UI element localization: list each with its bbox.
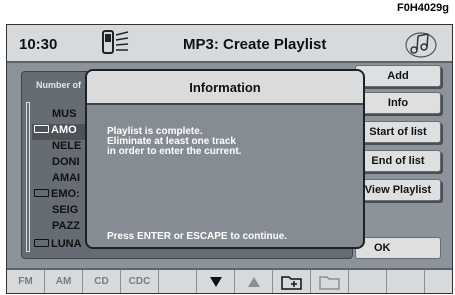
end-of-list-button[interactable]: End of list — [355, 150, 441, 172]
phone-signal-icon — [101, 29, 131, 62]
list-item-label: DONI — [52, 156, 80, 168]
dialog-footer: Press ENTER or ESCAPE to continue. — [107, 231, 288, 242]
scroll-up-button[interactable] — [235, 270, 273, 293]
number-of-label: Number of — [36, 80, 81, 90]
list-item-label: LUNA — [51, 238, 82, 250]
start-of-list-button[interactable]: Start of list — [355, 121, 441, 143]
empty-softkey[interactable] — [387, 270, 425, 293]
folder-icon — [34, 189, 49, 198]
am-button[interactable]: AM — [45, 270, 83, 293]
empty-softkey[interactable] — [159, 270, 197, 293]
dialog-title: Information — [87, 71, 363, 105]
folder-icon — [34, 125, 49, 134]
folder-open-icon — [318, 275, 340, 290]
music-notes-icon — [404, 29, 438, 64]
clock-time: 10:30 — [19, 36, 58, 53]
empty-softkey[interactable] — [349, 270, 387, 293]
dialog-message-line: in order to enter the current. — [107, 146, 242, 157]
list-item-label: AMO — [51, 124, 77, 136]
folder-open-button[interactable] — [311, 270, 349, 293]
list-scrollbar[interactable] — [26, 102, 30, 252]
list-item-label: AMAI — [52, 172, 81, 184]
radio-screen: 10:30 MP3: Create Playlist Number of MUS… — [6, 24, 453, 294]
page-title: MP3: Create Playlist — [183, 36, 327, 53]
list-item-label: SEIG — [52, 204, 79, 216]
dialog-message: Playlist is complete. Eliminate at least… — [107, 127, 357, 157]
folder-add-button[interactable] — [273, 270, 311, 293]
list-item-label: EMO: — [51, 188, 80, 200]
list-item-label: PAZZ — [52, 220, 80, 232]
ok-button[interactable]: OK — [355, 237, 441, 259]
cdc-button[interactable]: CDC — [121, 270, 159, 293]
add-button[interactable]: Add — [355, 65, 441, 87]
up-arrow-icon — [247, 276, 260, 287]
info-button[interactable]: Info — [355, 92, 441, 114]
scroll-down-button[interactable] — [197, 270, 235, 293]
folder-add-icon — [280, 275, 302, 290]
empty-softkey[interactable] — [425, 270, 452, 293]
list-item-label: MUS — [52, 108, 77, 120]
header-bar: 10:30 MP3: Create Playlist — [7, 25, 452, 63]
information-dialog: Information Playlist is complete. Elimin… — [85, 69, 365, 249]
folder-icon — [34, 239, 49, 248]
down-arrow-icon — [209, 276, 222, 287]
view-playlist-button[interactable]: View Playlist — [355, 179, 441, 201]
fm-button[interactable]: FM — [7, 270, 45, 293]
list-item-label: NELE — [52, 140, 82, 152]
cd-button[interactable]: CD — [83, 270, 121, 293]
bottom-source-bar: FM AM CD CDC — [7, 268, 452, 293]
figure-code: F0H4029g — [397, 2, 449, 14]
